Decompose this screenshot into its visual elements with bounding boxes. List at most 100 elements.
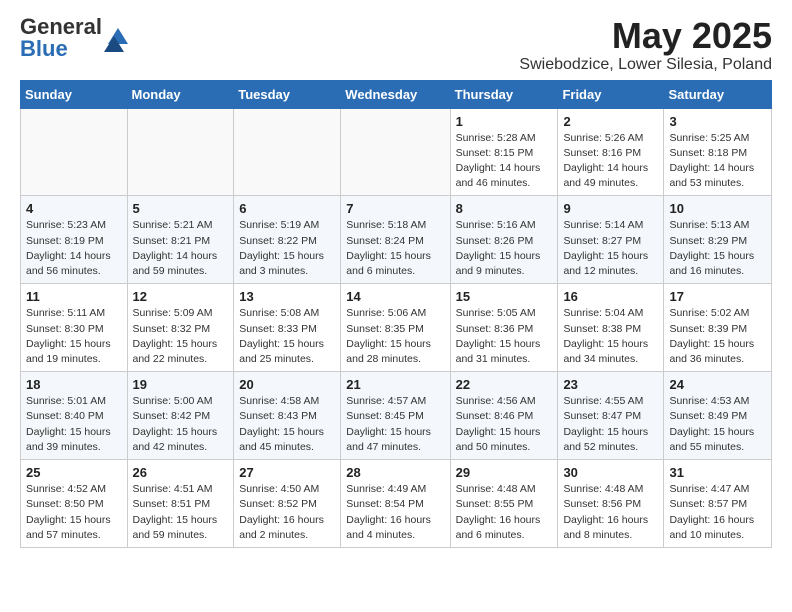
day-info: Sunrise: 5:18 AM Sunset: 8:24 PM Dayligh…	[346, 218, 444, 279]
day-info: Sunrise: 4:48 AM Sunset: 8:56 PM Dayligh…	[563, 482, 658, 543]
weekday-header-tuesday: Tuesday	[234, 80, 341, 108]
day-info: Sunrise: 4:51 AM Sunset: 8:51 PM Dayligh…	[133, 482, 229, 543]
title-block: May 2025 Swiebodzice, Lower Silesia, Pol…	[519, 16, 772, 74]
calendar-cell: 29 Sunrise: 4:48 AM Sunset: 8:55 PM Dayli…	[450, 460, 558, 548]
calendar-cell: 4 Sunrise: 5:23 AM Sunset: 8:19 PM Daylig…	[21, 196, 128, 284]
day-number: 19	[133, 377, 229, 392]
day-info: Sunrise: 4:48 AM Sunset: 8:55 PM Dayligh…	[456, 482, 553, 543]
calendar-cell: 31 Sunrise: 4:47 AM Sunset: 8:57 PM Dayli…	[664, 460, 772, 548]
day-number: 12	[133, 289, 229, 304]
calendar-subtitle: Swiebodzice, Lower Silesia, Poland	[519, 56, 772, 74]
day-info: Sunrise: 5:04 AM Sunset: 8:38 PM Dayligh…	[563, 306, 658, 367]
weekday-header-wednesday: Wednesday	[341, 80, 450, 108]
day-number: 13	[239, 289, 335, 304]
calendar-cell	[341, 108, 450, 196]
calendar-cell	[234, 108, 341, 196]
weekday-header-monday: Monday	[127, 80, 234, 108]
day-info: Sunrise: 5:21 AM Sunset: 8:21 PM Dayligh…	[133, 218, 229, 279]
day-number: 9	[563, 201, 658, 216]
day-number: 3	[669, 114, 766, 129]
weekday-header-sunday: Sunday	[21, 80, 128, 108]
day-number: 31	[669, 465, 766, 480]
calendar-cell: 24 Sunrise: 4:53 AM Sunset: 8:49 PM Dayli…	[664, 372, 772, 460]
calendar-cell: 25 Sunrise: 4:52 AM Sunset: 8:50 PM Dayli…	[21, 460, 128, 548]
calendar-page: General Blue May 2025 Swiebodzice, Lower…	[0, 0, 792, 564]
day-info: Sunrise: 5:16 AM Sunset: 8:26 PM Dayligh…	[456, 218, 553, 279]
day-number: 27	[239, 465, 335, 480]
day-number: 30	[563, 465, 658, 480]
calendar-cell: 9 Sunrise: 5:14 AM Sunset: 8:27 PM Daylig…	[558, 196, 664, 284]
day-info: Sunrise: 5:09 AM Sunset: 8:32 PM Dayligh…	[133, 306, 229, 367]
calendar-cell: 20Sunrise: 4:58 AM Sunset: 8:43 PM Dayli…	[234, 372, 341, 460]
calendar-cell: 21Sunrise: 4:57 AM Sunset: 8:45 PM Dayli…	[341, 372, 450, 460]
day-number: 29	[456, 465, 553, 480]
calendar-cell: 23 Sunrise: 4:55 AM Sunset: 8:47 PM Dayli…	[558, 372, 664, 460]
day-number: 16	[563, 289, 658, 304]
calendar-cell: 26 Sunrise: 4:51 AM Sunset: 8:51 PM Dayli…	[127, 460, 234, 548]
calendar-cell: 13Sunrise: 5:08 AM Sunset: 8:33 PM Dayli…	[234, 284, 341, 372]
day-number: 15	[456, 289, 553, 304]
calendar-cell: 28Sunrise: 4:49 AM Sunset: 8:54 PM Dayli…	[341, 460, 450, 548]
calendar-cell: 10 Sunrise: 5:13 AM Sunset: 8:29 PM Dayli…	[664, 196, 772, 284]
day-info: Sunrise: 4:52 AM Sunset: 8:50 PM Dayligh…	[26, 482, 122, 543]
day-info: Sunrise: 4:55 AM Sunset: 8:47 PM Dayligh…	[563, 394, 658, 455]
calendar-cell: 1 Sunrise: 5:28 AM Sunset: 8:15 PM Daylig…	[450, 108, 558, 196]
calendar-cell: 22 Sunrise: 4:56 AM Sunset: 8:46 PM Dayli…	[450, 372, 558, 460]
weekday-header-friday: Friday	[558, 80, 664, 108]
day-number: 8	[456, 201, 553, 216]
day-info: Sunrise: 4:53 AM Sunset: 8:49 PM Dayligh…	[669, 394, 766, 455]
day-number: 22	[456, 377, 553, 392]
week-row-2: 11Sunrise: 5:11 AM Sunset: 8:30 PM Dayli…	[21, 284, 772, 372]
calendar-cell: 15Sunrise: 5:05 AM Sunset: 8:36 PM Dayli…	[450, 284, 558, 372]
calendar-cell: 12 Sunrise: 5:09 AM Sunset: 8:32 PM Dayli…	[127, 284, 234, 372]
weekday-header-row: SundayMondayTuesdayWednesdayThursdayFrid…	[21, 80, 772, 108]
logo: General Blue	[20, 16, 132, 60]
day-number: 7	[346, 201, 444, 216]
calendar-cell: 30 Sunrise: 4:48 AM Sunset: 8:56 PM Dayli…	[558, 460, 664, 548]
day-info: Sunrise: 5:14 AM Sunset: 8:27 PM Dayligh…	[563, 218, 658, 279]
day-info: Sunrise: 5:28 AM Sunset: 8:15 PM Dayligh…	[456, 131, 553, 192]
day-info: Sunrise: 5:06 AM Sunset: 8:35 PM Dayligh…	[346, 306, 444, 367]
day-number: 25	[26, 465, 122, 480]
day-info: Sunrise: 4:47 AM Sunset: 8:57 PM Dayligh…	[669, 482, 766, 543]
day-number: 10	[669, 201, 766, 216]
day-info: Sunrise: 5:25 AM Sunset: 8:18 PM Dayligh…	[669, 131, 766, 192]
week-row-3: 18Sunrise: 5:01 AM Sunset: 8:40 PM Dayli…	[21, 372, 772, 460]
day-info: Sunrise: 5:11 AM Sunset: 8:30 PM Dayligh…	[26, 306, 122, 367]
day-number: 24	[669, 377, 766, 392]
weekday-header-saturday: Saturday	[664, 80, 772, 108]
day-info: Sunrise: 5:01 AM Sunset: 8:40 PM Dayligh…	[26, 394, 122, 455]
week-row-1: 4 Sunrise: 5:23 AM Sunset: 8:19 PM Daylig…	[21, 196, 772, 284]
day-number: 2	[563, 114, 658, 129]
calendar-cell	[127, 108, 234, 196]
day-info: Sunrise: 5:23 AM Sunset: 8:19 PM Dayligh…	[26, 218, 122, 279]
day-info: Sunrise: 5:19 AM Sunset: 8:22 PM Dayligh…	[239, 218, 335, 279]
day-info: Sunrise: 4:50 AM Sunset: 8:52 PM Dayligh…	[239, 482, 335, 543]
week-row-4: 25 Sunrise: 4:52 AM Sunset: 8:50 PM Dayli…	[21, 460, 772, 548]
calendar-cell: 6Sunrise: 5:19 AM Sunset: 8:22 PM Daylig…	[234, 196, 341, 284]
calendar-cell: 27 Sunrise: 4:50 AM Sunset: 8:52 PM Dayli…	[234, 460, 341, 548]
calendar-cell: 3 Sunrise: 5:25 AM Sunset: 8:18 PM Daylig…	[664, 108, 772, 196]
calendar-cell: 16 Sunrise: 5:04 AM Sunset: 8:38 PM Dayli…	[558, 284, 664, 372]
calendar-cell: 2Sunrise: 5:26 AM Sunset: 8:16 PM Daylig…	[558, 108, 664, 196]
logo-icon	[104, 24, 132, 52]
day-number: 23	[563, 377, 658, 392]
calendar-cell: 7 Sunrise: 5:18 AM Sunset: 8:24 PM Daylig…	[341, 196, 450, 284]
calendar-cell: 11Sunrise: 5:11 AM Sunset: 8:30 PM Dayli…	[21, 284, 128, 372]
week-row-0: 1 Sunrise: 5:28 AM Sunset: 8:15 PM Daylig…	[21, 108, 772, 196]
calendar-cell: 18Sunrise: 5:01 AM Sunset: 8:40 PM Dayli…	[21, 372, 128, 460]
day-number: 4	[26, 201, 122, 216]
calendar-table: SundayMondayTuesdayWednesdayThursdayFrid…	[20, 80, 772, 548]
day-info: Sunrise: 4:49 AM Sunset: 8:54 PM Dayligh…	[346, 482, 444, 543]
calendar-cell: 8 Sunrise: 5:16 AM Sunset: 8:26 PM Daylig…	[450, 196, 558, 284]
day-number: 17	[669, 289, 766, 304]
header: General Blue May 2025 Swiebodzice, Lower…	[20, 16, 772, 74]
day-number: 26	[133, 465, 229, 480]
day-info: Sunrise: 5:13 AM Sunset: 8:29 PM Dayligh…	[669, 218, 766, 279]
calendar-cell: 19Sunrise: 5:00 AM Sunset: 8:42 PM Dayli…	[127, 372, 234, 460]
day-info: Sunrise: 4:56 AM Sunset: 8:46 PM Dayligh…	[456, 394, 553, 455]
weekday-header-thursday: Thursday	[450, 80, 558, 108]
day-number: 1	[456, 114, 553, 129]
calendar-cell: 14Sunrise: 5:06 AM Sunset: 8:35 PM Dayli…	[341, 284, 450, 372]
day-number: 21	[346, 377, 444, 392]
